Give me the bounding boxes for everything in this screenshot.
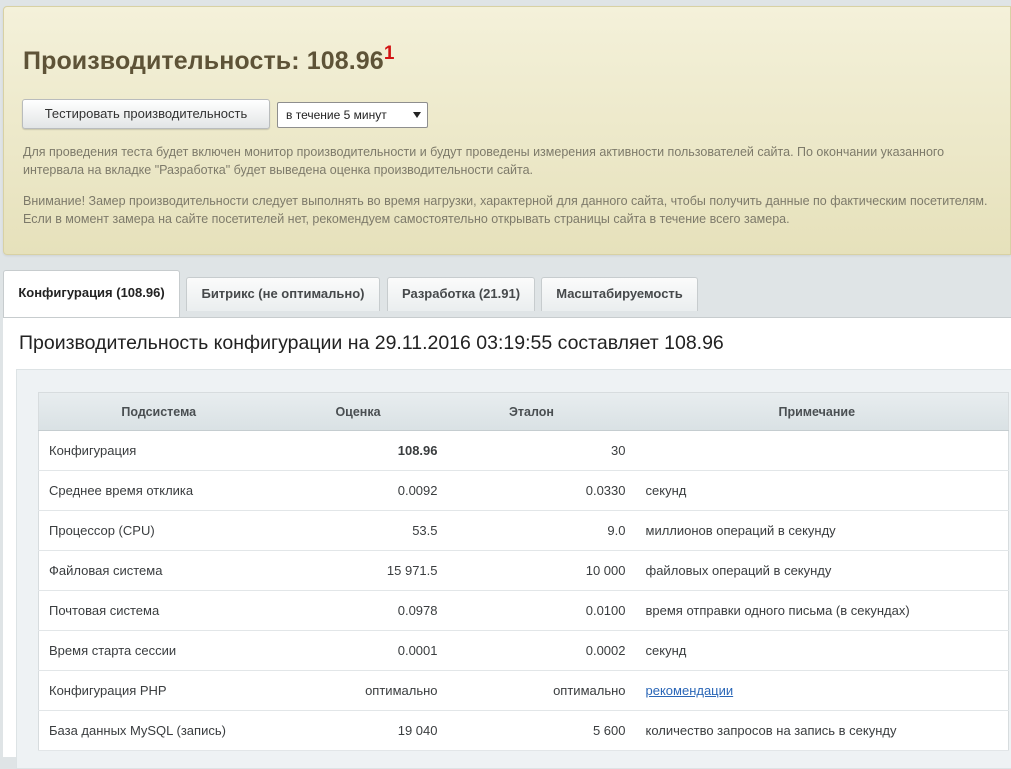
info-text: Для проведения теста будет включен монит… (23, 145, 945, 177)
cell-note: секунд (645, 643, 687, 658)
table-row: Файловая система 15 971.5 10 000 файловы… (38, 551, 1009, 591)
cell-reference: 10 000 (585, 563, 626, 578)
cell-reference: 0.0100 (585, 603, 626, 618)
table-row: Среднее время отклика 0.0092 0.0330 секу… (38, 471, 1009, 511)
cell-subsystem: Процессор (CPU) (49, 523, 155, 538)
cell-subsystem: Конфигурация PHP (49, 683, 167, 698)
chevron-down-icon (413, 112, 421, 118)
cell-note: время отправки одного письма (в секундах… (645, 603, 910, 618)
page-title-text: Производительность: 108.96 (23, 47, 384, 75)
cell-score: 53.5 (412, 523, 438, 538)
cell-note: миллионов операций в секунду (645, 523, 836, 538)
cell-score: 0.0092 (397, 483, 438, 498)
cell-score: 15 971.5 (386, 563, 438, 578)
cell-score: оптимально (365, 683, 438, 698)
tab-development[interactable]: Разработка (21.91) (387, 277, 535, 311)
cell-subsystem: Время старта сессии (49, 643, 177, 658)
footnote-marker[interactable]: 1 (384, 43, 395, 64)
cell-reference: 30 (611, 443, 626, 458)
cell-reference: 0.0330 (585, 483, 626, 498)
recommendations-link[interactable]: рекомендации (646, 683, 734, 698)
cell-reference: оптимально (553, 683, 626, 698)
performance-notice-panel: Производительность: 108.961 Тестировать … (3, 6, 1011, 255)
tab-scalability[interactable]: Масштабируемость (541, 277, 698, 311)
tab-content: Производительность конфигурации на 29.11… (3, 317, 1011, 769)
page-title: Производительность: 108.961 (23, 43, 395, 76)
table-row: Конфигурация 108.96 30 (38, 431, 1009, 471)
cell-subsystem: База данных MySQL (запись) (49, 723, 226, 738)
cell-reference: 0.0002 (585, 643, 626, 658)
header-note: Примечание (625, 392, 1009, 431)
table-row: Конфигурация PHP оптимально оптимально р… (38, 671, 1009, 711)
cell-note: файловых операций в секунду (645, 563, 832, 578)
cell-score: 108.96 (397, 443, 438, 458)
cell-reference: 9.0 (607, 523, 626, 538)
cell-note: количество запросов на запись в секунду (645, 723, 897, 738)
duration-select[interactable]: в течение 5 минут (277, 102, 428, 128)
cell-score: 19 040 (397, 723, 438, 738)
cell-reference: 5 600 (592, 723, 626, 738)
performance-table: Подсистема Оценка Эталон Примечание Конф… (38, 392, 1009, 751)
cell-subsystem: Среднее время отклика (49, 483, 194, 498)
tab-bar: Конфигурация (108.96) Битрикс (не оптима… (3, 270, 1011, 318)
table-row: Время старта сессии 0.0001 0.0002 секунд (38, 631, 1009, 671)
cell-subsystem: Почтовая система (49, 603, 160, 618)
table-row: Процессор (CPU) 53.5 9.0 миллионов опера… (38, 511, 1009, 551)
table-container: Подсистема Оценка Эталон Примечание Конф… (16, 369, 1011, 769)
warning-text: Внимание! Замер производительности следу… (23, 194, 988, 226)
cell-note: рекомендации (626, 671, 1009, 711)
tab-bitrix[interactable]: Битрикс (не оптимально) (186, 277, 380, 311)
cell-note: секунд (645, 483, 687, 498)
header-score: Оценка (278, 392, 438, 431)
cell-score: 0.0001 (397, 643, 438, 658)
duration-select-value: в течение 5 минут (286, 108, 387, 122)
content-title: Производительность конфигурации на 29.11… (19, 332, 724, 354)
cell-score: 0.0978 (397, 603, 438, 618)
table-row: База данных MySQL (запись) 19 040 5 600 … (38, 711, 1009, 751)
table-row: Почтовая система 0.0978 0.0100 время отп… (38, 591, 1009, 631)
table-header-row: Подсистема Оценка Эталон Примечание (38, 392, 1009, 431)
cell-note (626, 431, 1009, 471)
cell-subsystem: Файловая система (49, 563, 163, 578)
test-performance-button[interactable]: Тестировать производительность (22, 99, 270, 129)
cell-subsystem: Конфигурация (49, 443, 137, 458)
header-subsystem: Подсистема (38, 392, 279, 431)
header-reference: Эталон (437, 392, 626, 431)
tab-configuration[interactable]: Конфигурация (108.96) (3, 270, 180, 318)
